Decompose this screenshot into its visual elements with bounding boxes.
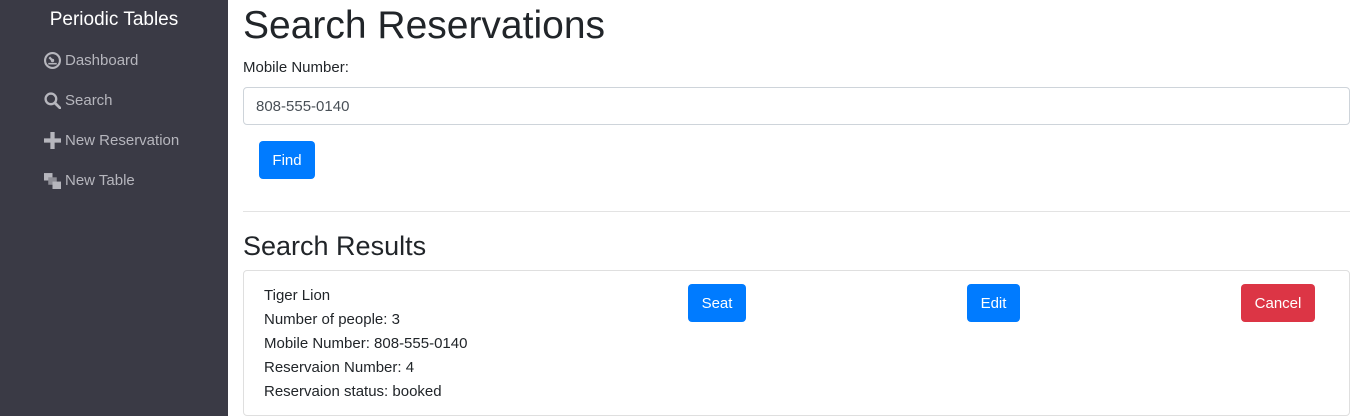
sidebar-item-label: New Reservation: [65, 131, 180, 149]
sidebar-item-dashboard[interactable]: Dashboard: [44, 48, 138, 72]
sidebar-item-label: Search: [65, 91, 113, 109]
plus-icon: [44, 131, 61, 149]
search-icon: [44, 91, 61, 109]
sidebar: Periodic Tables Dashboard Search New Res…: [0, 0, 228, 416]
seat-button[interactable]: Seat: [688, 284, 746, 322]
sidebar-item-new-table[interactable]: New Table: [44, 168, 135, 192]
table-layers-icon: [44, 172, 61, 189]
mobile-number-label: Mobile Number:: [243, 59, 349, 76]
edit-button[interactable]: Edit: [967, 284, 1020, 322]
reservation-people: Number of people: 3: [264, 311, 400, 328]
cancel-button[interactable]: Cancel: [1241, 284, 1315, 322]
divider: [243, 211, 1350, 212]
reservation-details: Tiger Lion Number of people: 3 Mobile Nu…: [264, 284, 467, 404]
sidebar-item-new-reservation[interactable]: New Reservation: [44, 128, 179, 152]
reservation-mobile: Mobile Number: 808-555-0140: [264, 335, 468, 352]
dashboard-icon: [44, 51, 61, 69]
reservation-name: Tiger Lion: [264, 287, 331, 304]
sidebar-item-label: Dashboard: [65, 51, 139, 69]
reservation-card: Tiger Lion Number of people: 3 Mobile Nu…: [243, 270, 1350, 416]
brand-title[interactable]: Periodic Tables: [0, 8, 228, 32]
page-title: Search Reservations: [243, 4, 606, 47]
sidebar-item-label: New Table: [65, 171, 135, 189]
reservation-status: Reservaion status: booked: [264, 383, 442, 400]
reservation-number: Reservaion Number: 4: [264, 359, 415, 376]
sidebar-item-search[interactable]: Search: [44, 88, 113, 112]
main-content: Search Reservations Mobile Number: Find …: [228, 0, 1366, 416]
search-results-title: Search Results: [243, 231, 427, 261]
find-button[interactable]: Find: [259, 141, 315, 179]
mobile-number-input[interactable]: [243, 87, 1350, 125]
